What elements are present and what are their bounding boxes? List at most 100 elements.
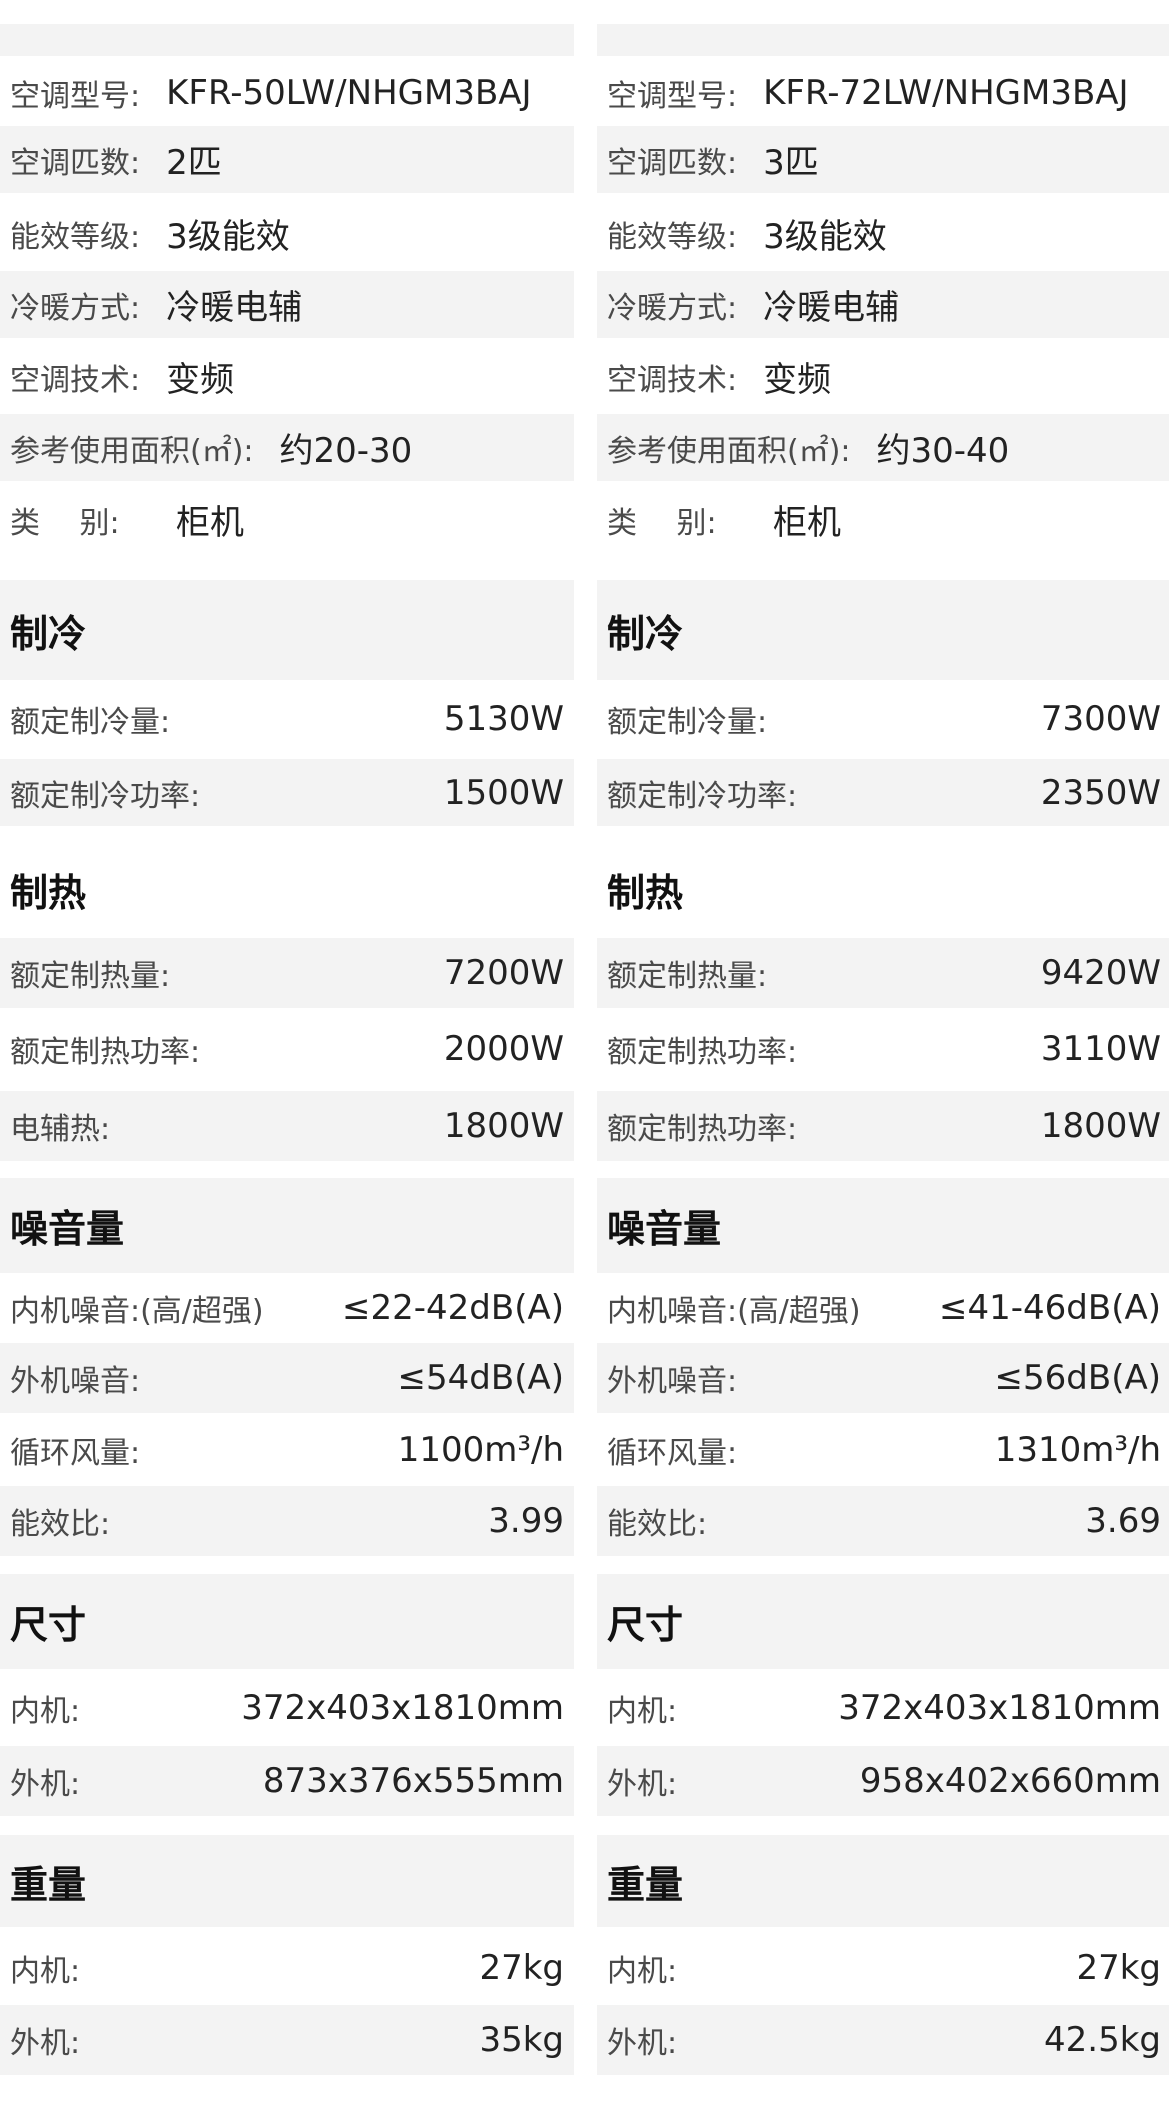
row-label: 空调型号: [10,79,141,114]
spec-row: 额定制冷量: 7300W [597,685,1169,752]
basic-row-tech: 空调技术: 变频 [597,343,1169,410]
spec-row: 外机: 42.5kg [597,2005,1169,2075]
row-value: 35kg [479,2020,564,2060]
row-label: 能效等级: [607,219,738,255]
spec-row: 额定制冷量: 5130W [0,685,574,752]
spec-row: 内机: 372x403x1810mm [597,1673,1169,1743]
basic-row-area: 参考使用面积(㎡): 约20-30 [0,414,574,481]
spec-row: 额定制热量: 7200W [0,938,574,1008]
row-label: 空调技术: [10,362,141,398]
section-header-noise: 噪音量 [0,1178,574,1273]
row-value: 27kg [1076,1948,1161,1988]
row-value: 3110W [1040,1029,1161,1069]
row-label: 额定制热功率: [607,1112,798,1147]
row-value: 27kg [479,1948,564,1988]
spec-row: 额定制冷功率: 2350W [597,759,1169,826]
row-value: 1800W [443,1106,564,1146]
row-label: 参考使用面积(㎡): [10,433,254,469]
row-label: 额定制热量: [10,959,171,994]
row-label: 外机噪音: [10,1364,141,1399]
row-label: 外机噪音: [607,1364,738,1399]
section-header-cooling: 制冷 [597,580,1169,680]
row-label: 额定制冷功率: [10,778,201,814]
basic-row-model: 空调型号: KFR-72LW/NHGM3BAJ [597,67,1169,119]
spec-row: 外机噪音: ≤54dB(A) [0,1343,574,1413]
basic-row-mode: 冷暖方式: 冷暖电辅 [0,271,574,338]
spec-row: 电辅热: 1800W [0,1091,574,1161]
row-label: 电辅热: [10,1112,111,1147]
row-label: 外机: [10,2026,81,2061]
section-header-cooling: 制冷 [0,580,574,680]
basic-row-category: 类 别: 柜机 [0,486,574,553]
basic-row-mode: 冷暖方式: 冷暖电辅 [597,271,1169,338]
row-label: 内机: [10,1694,81,1729]
spec-row: 外机: 873x376x555mm [0,1746,574,1816]
row-value: 2350W [1040,772,1161,813]
row-label: 额定制热功率: [607,1035,798,1070]
spec-row: 额定制热量: 9420W [597,938,1169,1008]
row-label: 类 别: [607,505,717,541]
row-value: 1500W [443,772,564,813]
section-header-weight: 重量 [0,1835,574,1927]
row-value: 372x403x1810mm [838,1688,1161,1728]
row-value: 3.99 [488,1501,564,1541]
spec-row: 内机: 27kg [0,1933,574,2003]
section-header-heating: 制热 [597,842,1169,937]
basic-row-category: 类 别: 柜机 [597,486,1169,553]
row-label: 内机噪音:(高/超强) [10,1294,264,1329]
row-value: 2匹 [166,143,222,183]
spec-row: 外机: 958x402x660mm [597,1746,1169,1816]
section-title: 尺寸 [607,1603,684,1647]
spec-row: 额定制热功率: 2000W [0,1014,574,1084]
section-title: 制冷 [607,611,684,656]
section-header-heating: 制热 [0,842,574,937]
row-value: 5130W [443,698,564,739]
section-header-weight: 重量 [597,1835,1169,1927]
spec-row: 内机: 27kg [597,1933,1169,2003]
row-value: ≤41-46dB(A) [939,1288,1161,1328]
spec-row: 内机: 372x403x1810mm [0,1673,574,1743]
section-title: 制热 [10,871,87,915]
row-value: 1800W [1040,1106,1161,1146]
row-value: 柜机 [176,503,244,543]
basic-row-area: 参考使用面积(㎡): 约30-40 [597,414,1169,481]
section-header-size: 尺寸 [0,1574,574,1669]
row-value: KFR-72LW/NHGM3BAJ [763,73,1129,113]
spec-row: 循环风量: 1310m³/h [597,1415,1169,1485]
row-label: 内机噪音:(高/超强) [607,1294,861,1329]
row-label: 内机: [607,1694,678,1729]
row-label: 空调技术: [607,362,738,398]
row-value: 3级能效 [166,217,290,257]
row-value: 3级能效 [763,217,887,257]
spec-row: 额定制热功率: 1800W [597,1091,1169,1161]
row-label: 内机: [607,1954,678,1989]
section-header-noise: 噪音量 [597,1178,1169,1273]
row-value: 9420W [1040,953,1161,993]
row-value: 3匹 [763,143,819,183]
section-title: 噪音量 [607,1207,722,1251]
spec-row: 额定制热功率: 3110W [597,1014,1169,1084]
row-label: 额定制冷量: [607,704,768,740]
row-label: 能效比: [10,1507,111,1542]
section-title: 制热 [607,871,684,915]
row-label: 能效比: [607,1507,708,1542]
row-value: 约20-30 [279,431,413,471]
row-label: 冷暖方式: [10,290,141,326]
row-label: 额定制热功率: [10,1035,201,1070]
row-label: 外机: [607,1767,678,1802]
row-value: 冷暖电辅 [763,288,900,328]
row-value: 372x403x1810mm [241,1688,564,1728]
spec-row: 外机噪音: ≤56dB(A) [597,1343,1169,1413]
row-value: KFR-50LW/NHGM3BAJ [166,73,532,113]
row-label: 循环风量: [10,1436,141,1471]
section-title: 重量 [607,1862,684,1907]
spec-row: 外机: 35kg [0,2005,574,2075]
spec-row: 循环风量: 1100m³/h [0,1415,574,1485]
row-value: 1310m³/h [994,1430,1161,1470]
spec-row: 能效比: 3.99 [0,1486,574,1556]
row-value: 7300W [1040,698,1161,739]
row-label: 能效等级: [10,219,141,255]
row-value: ≤56dB(A) [994,1358,1161,1398]
basic-row-hp: 空调匹数: 2匹 [0,126,574,193]
row-value: 1100m³/h [397,1430,564,1470]
